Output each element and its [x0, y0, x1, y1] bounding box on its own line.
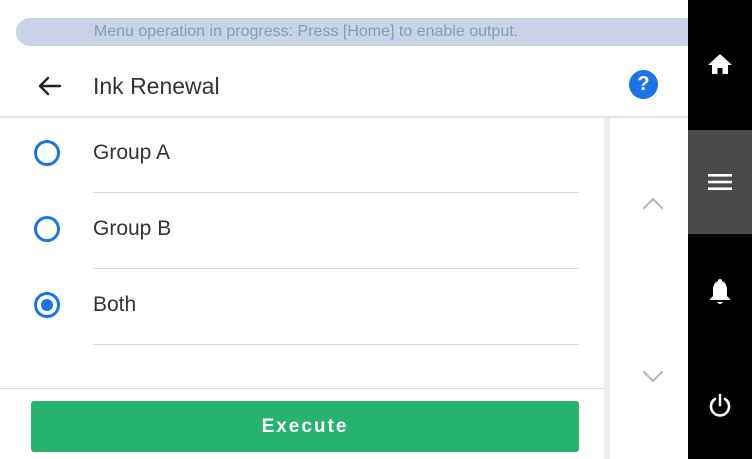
back-button[interactable]	[34, 70, 66, 102]
option-both[interactable]: Both	[0, 270, 600, 346]
help-circle-icon: ?	[637, 73, 650, 95]
option-group-b[interactable]: Group B	[0, 194, 600, 270]
home-button[interactable]	[688, 0, 752, 128]
page-header: Ink Renewal ?	[0, 56, 688, 118]
divider	[93, 192, 579, 193]
option-label-group-a: Group A	[93, 141, 171, 164]
scroll-up-button[interactable]	[640, 194, 666, 212]
bell-icon	[710, 279, 730, 304]
scroll-column	[604, 118, 694, 459]
status-banner: Menu operation in progress: Press [Home]…	[16, 18, 700, 46]
power-icon	[709, 393, 731, 417]
arrow-left-icon	[38, 76, 62, 96]
menu-icon	[708, 174, 732, 190]
scroll-down-button[interactable]	[640, 368, 666, 386]
status-banner-text: Menu operation in progress: Press [Home]…	[93, 23, 519, 40]
option-group-a[interactable]: Group A	[0, 118, 600, 194]
notifications-button[interactable]	[688, 236, 752, 348]
chevron-up-icon	[643, 198, 663, 209]
menu-button[interactable]	[688, 130, 752, 234]
help-button[interactable]: ?	[629, 70, 658, 99]
home-icon	[708, 54, 732, 74]
main-panel: Menu operation in progress: Press [Home]…	[0, 0, 700, 459]
divider	[93, 268, 579, 269]
page-title: Ink Renewal	[93, 73, 220, 99]
option-label-group-b: Group B	[93, 217, 172, 240]
execute-button[interactable]: Execute	[31, 401, 579, 452]
radio-group-b[interactable]	[34, 216, 60, 242]
divider	[0, 388, 604, 389]
chevron-down-icon	[643, 371, 663, 382]
radio-both[interactable]	[34, 292, 60, 318]
side-rail	[688, 0, 752, 459]
radio-group-a[interactable]	[34, 140, 60, 166]
option-label-both: Both	[93, 293, 137, 316]
divider	[93, 344, 579, 345]
power-button[interactable]	[688, 352, 752, 459]
